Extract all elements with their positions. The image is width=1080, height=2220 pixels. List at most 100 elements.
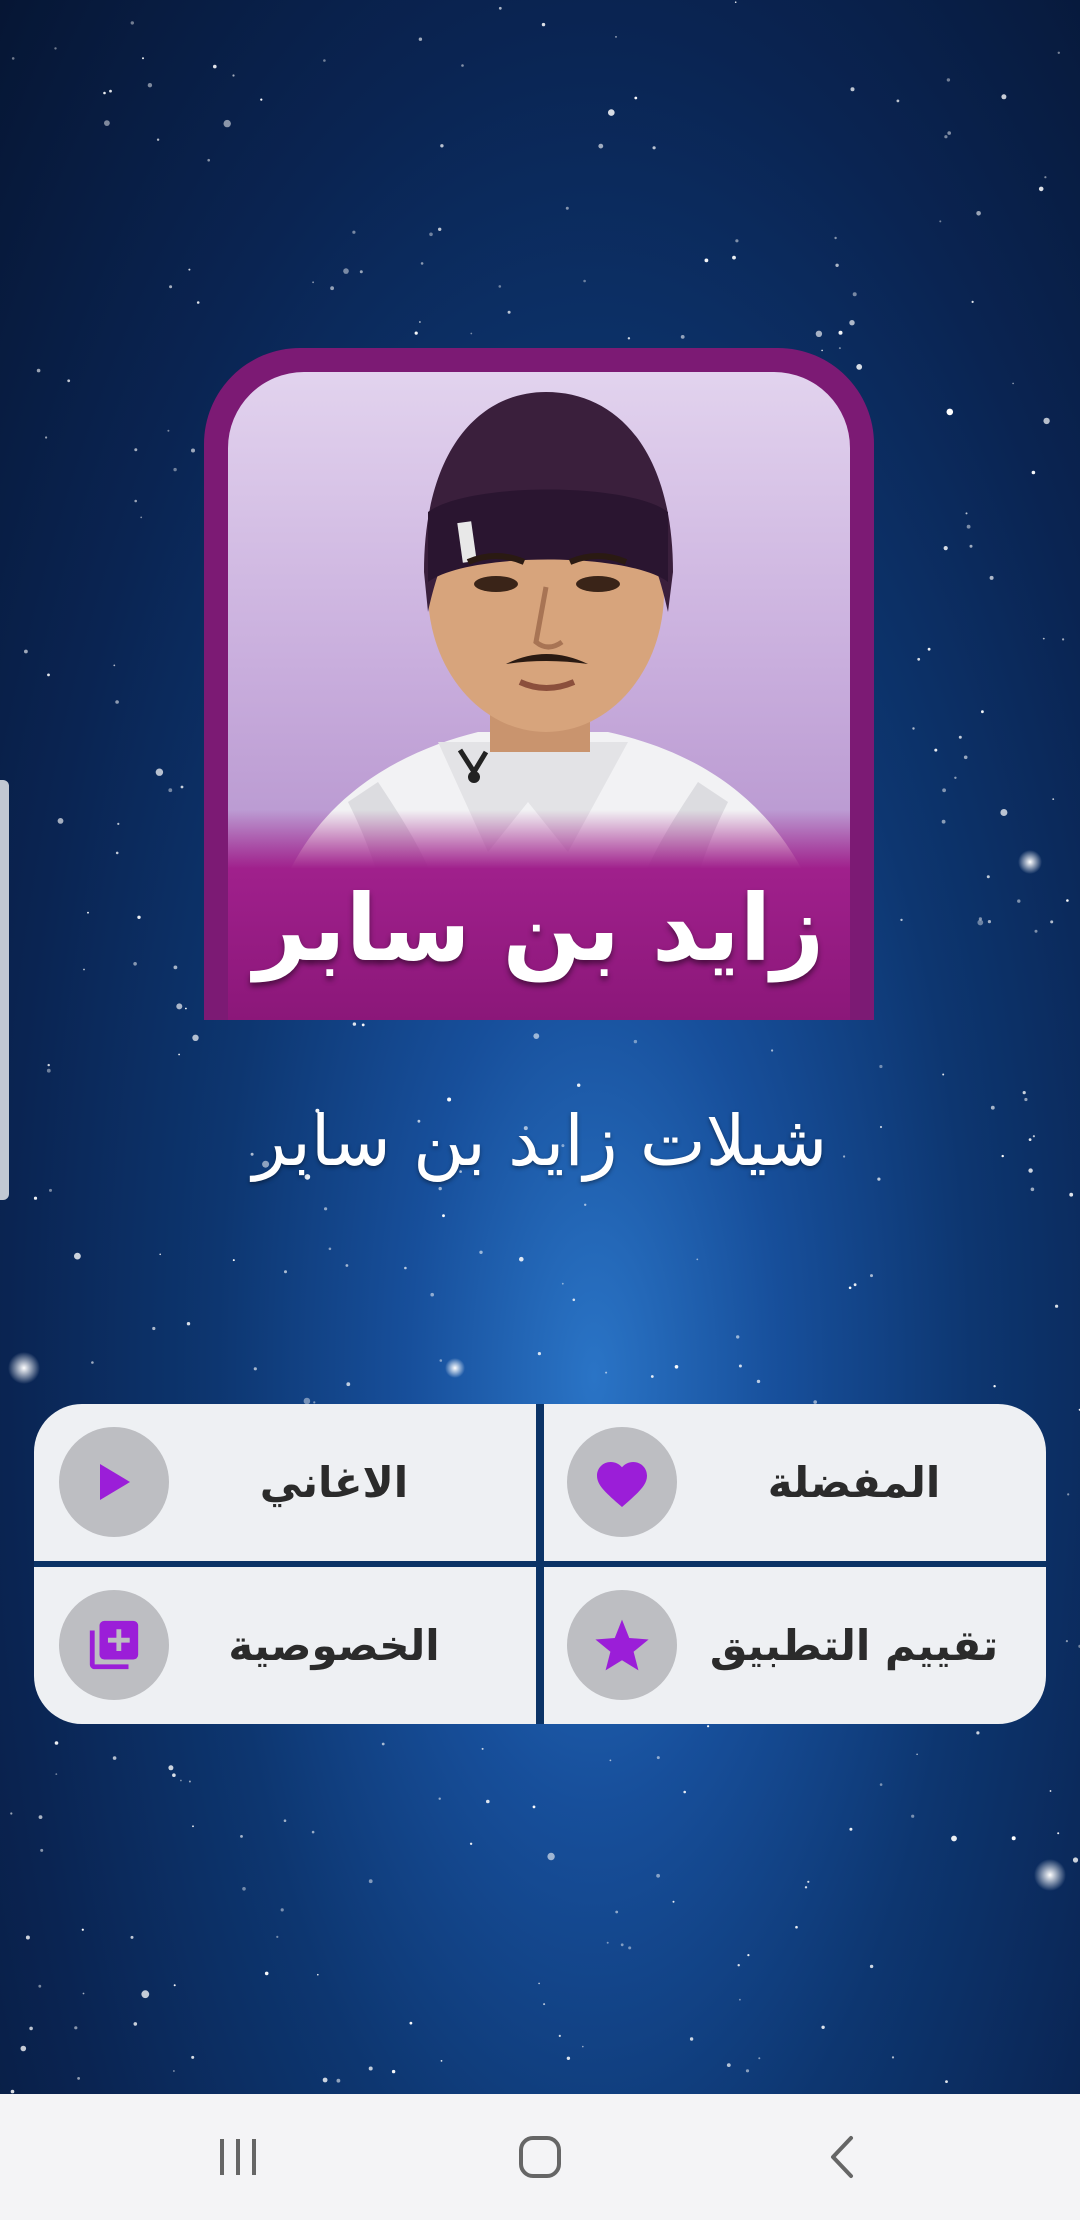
star (54, 47, 57, 50)
star (771, 1049, 774, 1052)
star (941, 819, 946, 824)
star (726, 2063, 731, 2068)
star (38, 1815, 43, 1819)
star (74, 1252, 81, 1260)
star (49, 1188, 52, 1192)
star (879, 1783, 883, 1786)
star (25, 1935, 30, 1940)
star (284, 1270, 287, 1274)
star (112, 1756, 117, 1760)
star (977, 919, 984, 926)
star (993, 1385, 996, 1388)
recents-button[interactable] (208, 2132, 268, 2182)
star (674, 1365, 679, 1369)
star (11, 57, 15, 60)
star (870, 1274, 873, 1278)
star (134, 448, 138, 452)
star (911, 1814, 915, 1818)
star (391, 2069, 396, 2074)
privacy-label: الخصوصية (228, 1621, 440, 1670)
star (519, 1256, 524, 1262)
cover-art-caption: زايد بن سابر (253, 875, 825, 982)
star (173, 965, 178, 970)
star (470, 332, 473, 335)
star (1050, 920, 1054, 924)
star (38, 1984, 42, 1988)
songs-button[interactable]: الاغاني (34, 1404, 536, 1561)
star (173, 2070, 175, 2072)
star (469, 1842, 473, 1846)
star (336, 2078, 341, 2083)
star (856, 364, 863, 370)
star (438, 227, 442, 231)
star (850, 87, 855, 92)
star (853, 1283, 857, 1287)
home-button[interactable] (510, 2132, 570, 2182)
star (368, 2066, 373, 2071)
star (115, 700, 119, 704)
star (498, 6, 502, 10)
star (795, 1925, 798, 1929)
star (620, 1943, 624, 1947)
star (115, 851, 119, 855)
star (533, 1033, 540, 1039)
star (192, 1825, 194, 1828)
star (821, 2025, 825, 2030)
star (954, 776, 957, 779)
star (173, 1984, 176, 1987)
main-menu-grid: المفضلة الاغاني تقييم التطبيق الخصوصية (34, 1404, 1046, 1724)
star (745, 2069, 750, 2073)
favorites-label: المفضلة (767, 1458, 941, 1507)
star (33, 1196, 38, 1200)
star (804, 1886, 808, 1889)
star (734, 1, 737, 3)
star (438, 1797, 441, 1800)
star (583, 279, 586, 283)
star (543, 2003, 546, 2006)
star (1062, 638, 1065, 641)
rate-app-button[interactable]: تقييم التطبيق (544, 1567, 1046, 1724)
star (537, 1352, 542, 1356)
star (1049, 1790, 1052, 1792)
star (180, 785, 184, 789)
system-navigation-bar (0, 2094, 1080, 2220)
star (946, 408, 954, 416)
star (934, 748, 938, 752)
star (47, 1063, 50, 1067)
star (989, 575, 994, 580)
star (345, 1264, 349, 1267)
star (429, 232, 433, 237)
star (627, 337, 631, 340)
star (486, 1799, 490, 1804)
star (328, 1247, 332, 1251)
star (109, 89, 112, 93)
star (324, 1207, 328, 1211)
app-title: شيلات زايد بن سابر (252, 1100, 828, 1182)
favorites-button[interactable]: المفضلة (544, 1404, 1046, 1561)
star (40, 1848, 44, 1852)
star (1052, 798, 1055, 800)
star (152, 1326, 156, 1331)
star (598, 143, 604, 149)
star (628, 1946, 632, 1950)
star (946, 78, 951, 82)
star (944, 135, 948, 139)
star (188, 268, 191, 271)
star (696, 1258, 699, 1261)
star (10, 1812, 13, 1815)
star (133, 962, 137, 966)
star (168, 1765, 174, 1771)
star (418, 37, 423, 41)
star (213, 64, 217, 69)
privacy-button[interactable]: الخصوصية (34, 1567, 536, 1724)
star (47, 673, 50, 677)
star (169, 285, 173, 289)
star (758, 2057, 761, 2060)
back-button[interactable] (812, 2132, 872, 2182)
star (91, 1361, 94, 1364)
star (155, 768, 164, 776)
star (532, 1805, 536, 1809)
star (942, 788, 946, 793)
star (541, 22, 546, 27)
star (137, 915, 141, 919)
